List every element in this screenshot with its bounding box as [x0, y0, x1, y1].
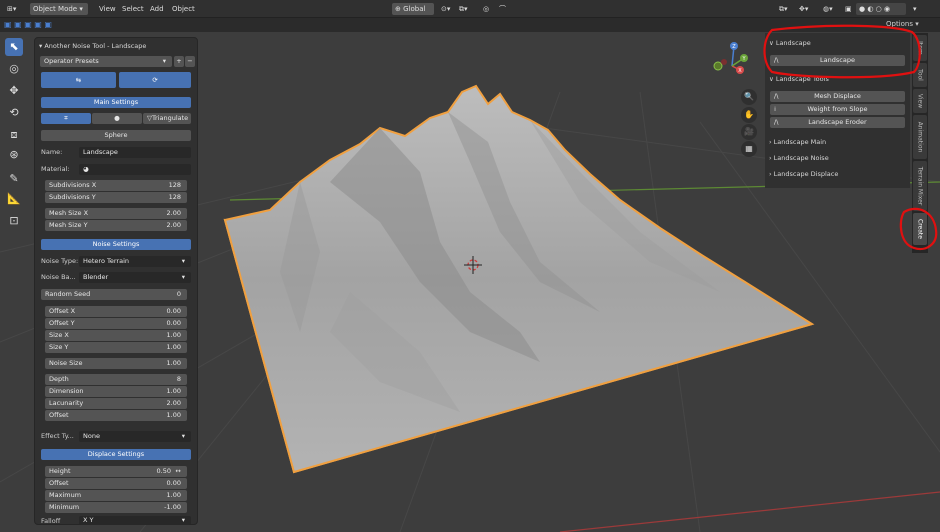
annotation-circle-landscape — [763, 24, 921, 79]
annotation-circle-create-tab — [899, 207, 938, 251]
annotation-overlay — [763, 24, 938, 251]
